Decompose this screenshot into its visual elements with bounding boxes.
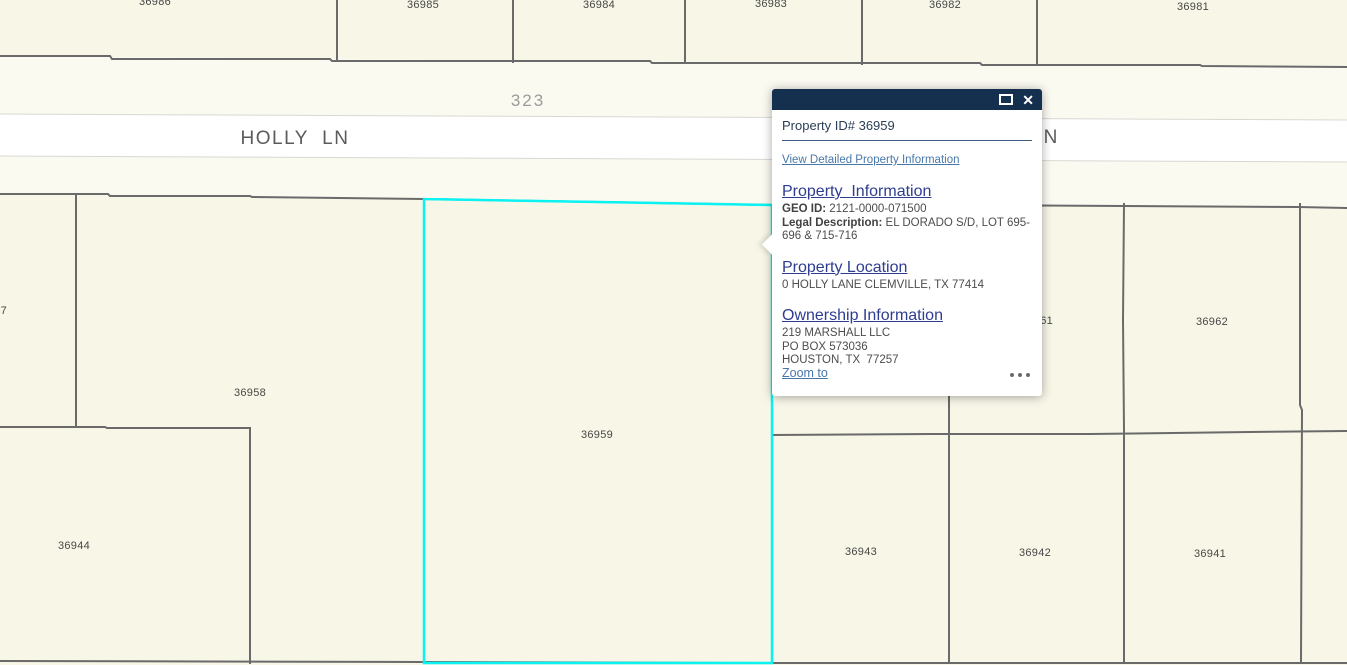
popup-title: Property ID# 36959 (782, 118, 895, 133)
popup-separator (782, 140, 1032, 141)
parcel-label-36962: 36962 (1196, 316, 1228, 328)
section-text-line: 219 MARSHALL LLC (782, 327, 891, 339)
region-top-parcel-block (0, 0, 1347, 67)
parcel-label-36958: 36958 (234, 387, 266, 399)
section-text-line: PO BOX 573036 (782, 340, 868, 353)
close-icon[interactable]: ✕ (1022, 93, 1034, 107)
property-popup: ✕ Property ID# 36959 View Detailed Prope… (761, 89, 1042, 396)
parcel-label-36943: 36943 (845, 546, 877, 558)
section-heading-link[interactable]: Property Information (782, 183, 931, 201)
section-text-line: GEO ID: 2121-0000-071500 (782, 203, 927, 215)
section-text-line: Legal Description: EL DORADO S/D, LOT 69… (782, 216, 1030, 243)
parcel-label-36984: 36984 (583, 0, 615, 11)
street-label: HOLLY LN (241, 128, 350, 149)
region-holly-ln-road (0, 114, 1347, 162)
street-label: N (1044, 127, 1059, 148)
section-heading-link[interactable]: Property Location (782, 259, 907, 277)
popup-footer: Zoom to (782, 364, 1032, 380)
map-viewer: 36986 36985 36984 36983 36982 36981 36957 36958… (0, 0, 1347, 665)
street-label: 323 (511, 91, 545, 110)
parcel-label-36942: 36942 (1019, 547, 1051, 559)
view-detailed-property-link[interactable]: View Detailed Property Information (782, 154, 960, 166)
parcel-label-36986: 36986 (139, 0, 171, 8)
parcel-label-36957: 36957 (0, 305, 7, 317)
popup-sections: Property Information GEO ID: 2121-0000-07… (782, 183, 1032, 368)
parcel-label-36981: 36981 (1177, 1, 1209, 13)
popup-section-0: Property Information GEO ID: 2121-0000-07… (782, 183, 1032, 244)
popup-body: Property ID# 36959 View Detailed Propert… (772, 110, 1042, 388)
popup-section-2: Ownership Information 219 MARSHALL LLC PO … (782, 307, 1032, 368)
parcel-label-36985: 36985 (407, 0, 439, 11)
parcel-map-canvas[interactable]: 36986 36985 36984 36983 36982 36981 36957 36958… (0, 0, 1347, 665)
popup-section-1: Property Location 0 HOLLY LANE CLEMVILLE,… (782, 259, 1032, 293)
zoom-to-link[interactable]: Zoom to (782, 366, 828, 380)
parcel-label-36959: 36959 (581, 429, 613, 441)
parcel-label-36983: 36983 (755, 0, 787, 10)
parcel-label-36944: 36944 (58, 540, 90, 552)
section-text-line: 0 HOLLY LANE CLEMVILLE, TX 77414 (782, 278, 985, 291)
dock-icon[interactable] (999, 94, 1014, 105)
ellipsis-icon[interactable] (1010, 373, 1030, 377)
section-heading-link[interactable]: Ownership Information (782, 307, 943, 325)
parcel-line-mid-h (0, 426, 251, 429)
parcel-label-36941: 36941 (1194, 548, 1226, 560)
parcel-label-36982: 36982 (929, 0, 961, 11)
region-bottom-parcel-block (0, 194, 1347, 665)
popup-titlebar: ✕ (772, 89, 1042, 110)
